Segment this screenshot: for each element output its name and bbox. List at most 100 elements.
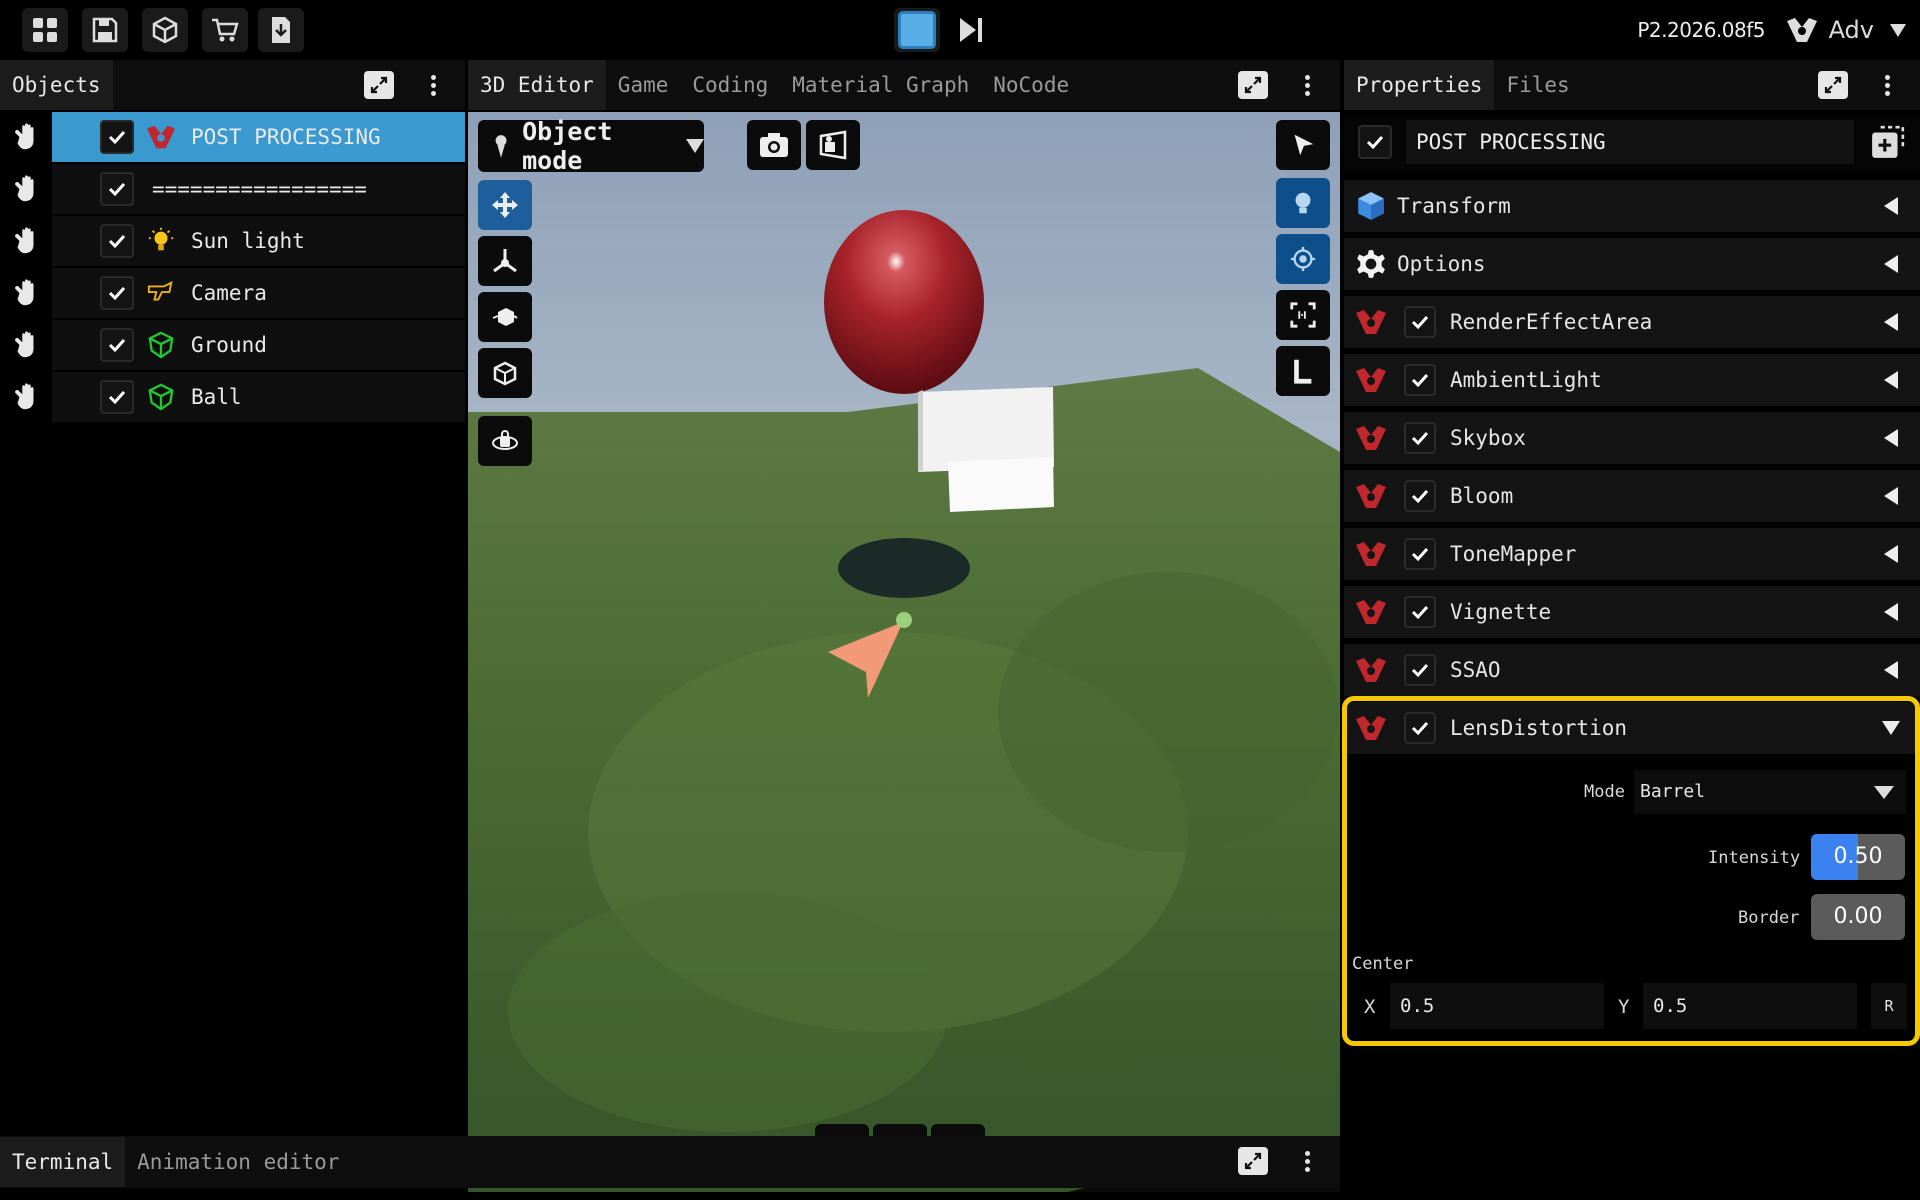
component-enabled-checkbox[interactable] [1404, 480, 1436, 512]
assets-button[interactable] [142, 8, 188, 52]
component-enabled-checkbox[interactable] [1404, 364, 1436, 396]
list-item[interactable]: Sun light [0, 216, 465, 266]
visibility-checkbox[interactable] [100, 276, 134, 310]
object-mode-dropdown[interactable]: Object mode [478, 117, 704, 175]
visibility-checkbox[interactable] [100, 328, 134, 362]
list-item[interactable]: Ground [0, 320, 465, 370]
drag-handle-icon[interactable] [0, 216, 52, 266]
tab-nocode[interactable]: NoCode [981, 60, 1081, 110]
component-ambient-light[interactable]: AmbientLight [1344, 354, 1920, 406]
tab-animation-editor[interactable]: Animation editor [125, 1137, 351, 1187]
drag-handle-icon[interactable] [0, 112, 52, 162]
reset-button[interactable]: R [1871, 983, 1907, 1029]
object-name-field[interactable]: POST PROCESSING [1406, 120, 1854, 164]
collapse-arrow-icon[interactable] [1884, 487, 1898, 505]
tab-3d-editor[interactable]: 3D Editor [468, 60, 606, 110]
move-tool-button[interactable] [478, 180, 532, 230]
step-forward-button[interactable] [948, 8, 994, 52]
expand-icon[interactable] [1238, 71, 1268, 99]
component-enabled-checkbox[interactable] [1404, 538, 1436, 570]
profile-label: Adv [1828, 16, 1874, 44]
rotate-tool-button[interactable] [478, 236, 532, 286]
visibility-checkbox[interactable] [100, 224, 134, 258]
store-button[interactable] [202, 8, 248, 52]
profile-dropdown[interactable]: Adv [1785, 10, 1906, 50]
collapse-arrow-icon[interactable] [1884, 603, 1898, 621]
collapse-arrow-icon[interactable] [1884, 661, 1898, 679]
tab-terminal[interactable]: Terminal [0, 1137, 126, 1187]
visibility-checkbox[interactable] [100, 380, 134, 414]
collapse-arrow-icon[interactable] [1884, 545, 1898, 563]
collapse-arrow-icon[interactable] [1884, 197, 1898, 215]
collapse-arrow-icon[interactable] [1884, 313, 1898, 331]
save-button[interactable] [82, 8, 128, 52]
center-x-field[interactable]: 0.5 [1390, 983, 1604, 1029]
component-render-effect-area[interactable]: RenderEffectArea [1344, 296, 1920, 348]
more-options-icon[interactable] [1872, 71, 1902, 99]
expand-icon[interactable] [364, 71, 394, 99]
component-ssao[interactable]: SSAO [1344, 644, 1920, 696]
tab-objects[interactable]: Objects [0, 60, 113, 110]
add-component-icon[interactable] [1870, 124, 1908, 162]
list-item[interactable]: ================= [0, 164, 465, 214]
component-vignette[interactable]: Vignette [1344, 586, 1920, 638]
component-label: RenderEffectArea [1450, 310, 1653, 334]
editor-panel: 3D Editor Game Coding Material Graph NoC… [468, 60, 1340, 1192]
collapse-arrow-icon[interactable] [1884, 371, 1898, 389]
object-enabled-checkbox[interactable] [1358, 125, 1392, 159]
list-item[interactable]: POST PROCESSING [0, 112, 465, 162]
center-y-field[interactable]: 0.5 [1643, 983, 1857, 1029]
visibility-checkbox[interactable] [100, 120, 134, 154]
intensity-slider[interactable]: 0.50 [1811, 834, 1905, 880]
border-value: 0.00 [1833, 904, 1883, 929]
gear-icon [1352, 245, 1390, 283]
drag-handle-icon[interactable] [0, 372, 52, 422]
collapse-arrow-icon[interactable] [1884, 255, 1898, 273]
border-slider[interactable]: 0.00 [1811, 894, 1905, 940]
visibility-checkbox[interactable] [100, 172, 134, 206]
tab-material-graph[interactable]: Material Graph [780, 60, 981, 110]
tab-properties[interactable]: Properties [1344, 60, 1495, 110]
mode-select[interactable]: Barrel [1634, 770, 1906, 814]
more-options-icon[interactable] [1292, 1147, 1322, 1175]
expand-icon[interactable] [1238, 1147, 1268, 1175]
transform-tool-button[interactable] [478, 348, 532, 398]
drag-handle-icon[interactable] [0, 320, 52, 370]
export-button[interactable] [258, 8, 304, 52]
expand-icon[interactable] [1818, 71, 1848, 99]
mesh-icon [144, 380, 178, 414]
drag-handle-icon[interactable] [0, 268, 52, 318]
component-enabled-checkbox[interactable] [1404, 596, 1436, 628]
view-camera-button[interactable] [806, 120, 860, 170]
tab-coding[interactable]: Coding [680, 60, 780, 110]
collapse-arrow-icon[interactable] [1884, 429, 1898, 447]
component-enabled-checkbox[interactable] [1404, 422, 1436, 454]
intensity-label: Intensity [1708, 848, 1801, 868]
focus-target-button[interactable] [1276, 234, 1330, 284]
section-transform[interactable]: Transform [1344, 180, 1920, 232]
toggle-lights-button[interactable] [1276, 178, 1330, 228]
drag-handle-icon[interactable] [0, 164, 52, 214]
tab-files[interactable]: Files [1494, 60, 1581, 110]
component-enabled-checkbox[interactable] [1404, 654, 1436, 686]
select-pointer-button[interactable] [1276, 120, 1330, 170]
screenshot-button[interactable] [747, 120, 801, 170]
list-item[interactable]: Ball [0, 372, 465, 422]
more-options-icon[interactable] [418, 71, 448, 99]
fit-view-button[interactable] [1276, 290, 1330, 340]
y-label: Y [1618, 996, 1630, 1018]
stop-button[interactable] [894, 8, 940, 52]
more-options-icon[interactable] [1292, 71, 1322, 99]
component-enabled-checkbox[interactable] [1404, 306, 1436, 338]
component-skybox[interactable]: Skybox [1344, 412, 1920, 464]
3d-viewport[interactable]: Object mode [468, 112, 1340, 1192]
orbit-lock-button[interactable] [478, 416, 532, 466]
tab-game[interactable]: Game [606, 60, 681, 110]
scale-tool-button[interactable] [478, 292, 532, 342]
local-space-button[interactable] [1276, 346, 1330, 396]
section-options[interactable]: Options [1344, 238, 1920, 290]
apps-grid-button[interactable] [22, 8, 68, 52]
list-item[interactable]: Camera [0, 268, 465, 318]
component-tone-mapper[interactable]: ToneMapper [1344, 528, 1920, 580]
component-bloom[interactable]: Bloom [1344, 470, 1920, 522]
